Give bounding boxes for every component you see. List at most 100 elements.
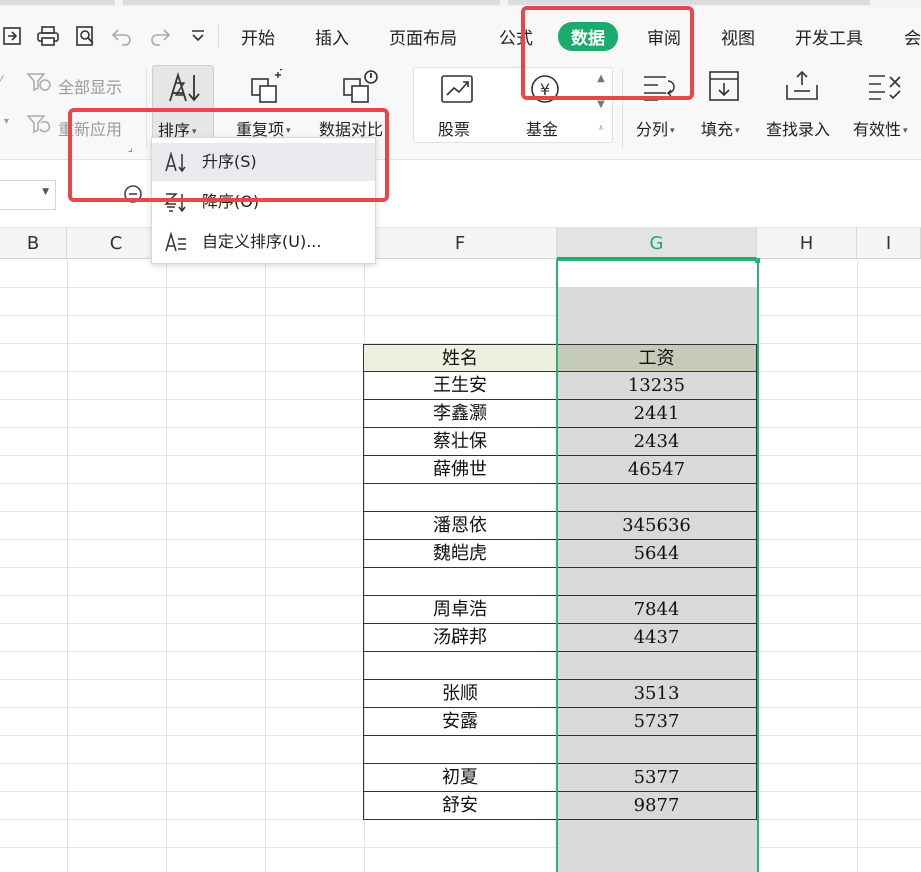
toolbar-separator: [218, 25, 219, 47]
fund-button[interactable]: 基金: [526, 116, 558, 140]
salary-cell[interactable]: 13235: [557, 372, 757, 400]
name-cell[interactable]: [363, 736, 557, 764]
customize-toolbar-icon[interactable]: [186, 25, 210, 47]
redo-icon[interactable]: [148, 25, 172, 47]
grid-line: [0, 847, 921, 848]
tab-developer[interactable]: 开发工具: [795, 24, 863, 49]
sort-button[interactable]: 排序 ▾: [152, 65, 214, 143]
fund-icon: ¥: [531, 75, 559, 103]
ribbon-overflow-mark: ⁄: [0, 73, 3, 87]
custom-sort-label: 自定义排序(U)...: [202, 232, 322, 251]
name-cell[interactable]: 蔡壮保: [363, 428, 557, 456]
salary-cell[interactable]: 345636: [557, 512, 757, 540]
stock-icon: [441, 75, 473, 103]
grid-line: [857, 259, 858, 872]
group-launcher-icon[interactable]: ⌟: [128, 143, 133, 154]
salary-cell[interactable]: 46547: [557, 456, 757, 484]
name-cell[interactable]: 周卓浩: [363, 596, 557, 624]
custom-sort-icon: [165, 231, 186, 252]
tab-member[interactable]: 会: [904, 24, 921, 49]
column-header-h[interactable]: H: [757, 228, 857, 259]
ribbon-separator: [622, 69, 623, 149]
salary-cell[interactable]: [557, 568, 757, 596]
print-icon[interactable]: [36, 25, 60, 47]
salary-cell[interactable]: 5644: [557, 540, 757, 568]
grid-line: [0, 315, 921, 316]
reapply-button[interactable]: 重新应用: [58, 116, 122, 140]
custom-sort-item[interactable]: 自定义排序(U)...: [152, 223, 375, 261]
header-salary-cell[interactable]: 工资: [557, 344, 757, 372]
name-cell[interactable]: 魏皑虎: [363, 540, 557, 568]
name-cell[interactable]: 舒安: [363, 792, 557, 820]
column-header-f[interactable]: F: [364, 228, 557, 259]
salary-cell[interactable]: 5377: [557, 764, 757, 792]
salary-cell[interactable]: 5737: [557, 708, 757, 736]
name-cell[interactable]: 王生安: [363, 372, 557, 400]
salary-cell[interactable]: [557, 484, 757, 512]
stock-button[interactable]: 股票: [438, 116, 470, 140]
fill-button[interactable]: 填充 ▾: [701, 116, 740, 140]
column-header-g[interactable]: G: [557, 228, 757, 259]
salary-cell[interactable]: 2434: [557, 428, 757, 456]
validity-button[interactable]: 有效性 ▾: [853, 116, 908, 140]
tab-formulas[interactable]: 公式: [499, 24, 533, 49]
fill-handle[interactable]: [755, 258, 760, 263]
salary-cell[interactable]: 7844: [557, 596, 757, 624]
name-cell[interactable]: 薛佛世: [363, 456, 557, 484]
chevron-down-icon[interactable]: ▼: [42, 187, 49, 197]
name-cell[interactable]: 李鑫灏: [363, 400, 557, 428]
column-header-b[interactable]: B: [0, 228, 67, 259]
tab-insert[interactable]: 插入: [315, 24, 349, 49]
salary-cell[interactable]: 3513: [557, 680, 757, 708]
print-preview-icon[interactable]: [74, 25, 98, 47]
undo-icon[interactable]: [110, 25, 134, 47]
strip-segment: [123, 0, 500, 5]
name-cell[interactable]: [363, 484, 557, 512]
name-cell[interactable]: [363, 652, 557, 680]
name-cell[interactable]: 汤辟邦: [363, 624, 557, 652]
reapply-filter-icon: [26, 115, 51, 134]
name-cell[interactable]: 潘恩依: [363, 512, 557, 540]
name-cell[interactable]: 初夏: [363, 764, 557, 792]
title-strip: [0, 0, 921, 7]
strip-segment: [0, 0, 115, 5]
name-cell[interactable]: 安露: [363, 708, 557, 736]
split-column-button[interactable]: 分列 ▾: [636, 116, 675, 140]
sort-descending-item[interactable]: 降序(O): [152, 183, 375, 221]
name-cell[interactable]: 张顺: [363, 680, 557, 708]
salary-cell[interactable]: 2441: [557, 400, 757, 428]
tab-review[interactable]: 审阅: [647, 24, 681, 49]
sort-ascending-item[interactable]: 升序(S): [152, 143, 375, 181]
tab-home[interactable]: 开始: [241, 24, 275, 49]
name-cell[interactable]: [363, 568, 557, 596]
name-box[interactable]: ▼: [0, 180, 56, 210]
salary-cell[interactable]: [557, 736, 757, 764]
grid-line: [0, 287, 921, 288]
export-icon[interactable]: [0, 25, 24, 47]
gallery-expand[interactable]: ⩡: [590, 119, 612, 139]
formula-bar: ▼: [0, 160, 921, 228]
salary-cell[interactable]: 4437: [557, 624, 757, 652]
show-all-button[interactable]: 全部显示: [58, 74, 122, 98]
lookup-entry-icon: [786, 70, 818, 100]
split-column-icon: [644, 76, 675, 101]
header-name-cell[interactable]: 姓名: [363, 344, 557, 372]
salary-cell[interactable]: [557, 652, 757, 680]
tab-data[interactable]: 数据: [558, 22, 618, 51]
tab-view[interactable]: 视图: [721, 24, 755, 49]
duplicates-icon: [251, 69, 283, 103]
filter-dropdown-caret[interactable]: ▾: [4, 116, 9, 127]
svg-text:¥: ¥: [540, 80, 550, 99]
data-compare-icon: [343, 70, 378, 103]
sort-descending-icon: [164, 193, 186, 213]
zoom-icon[interactable]: [122, 184, 148, 206]
column-header-i[interactable]: I: [857, 228, 921, 259]
gallery-scroll-down[interactable]: ▼: [590, 95, 612, 115]
lookup-entry-button[interactable]: 查找录入: [766, 116, 830, 140]
grid-line: [67, 259, 68, 872]
salary-cell[interactable]: 9877: [557, 792, 757, 820]
gallery-scroll-up[interactable]: ▲: [590, 69, 612, 89]
sort-ascending-icon: [165, 151, 186, 173]
tab-page-layout[interactable]: 页面布局: [389, 24, 457, 49]
sort-dropdown-menu: 升序(S) 降序(O) 自定义排序(U)...: [151, 137, 376, 264]
